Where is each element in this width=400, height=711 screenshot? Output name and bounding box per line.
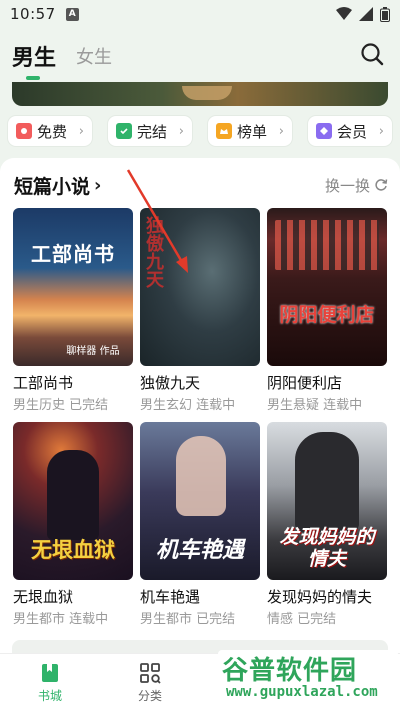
nav-label: 书城: [37, 689, 62, 703]
chip-vip[interactable]: 会员 ›: [308, 116, 392, 146]
search-button[interactable]: [360, 42, 384, 70]
cover-title: 发现妈妈的情夫: [279, 526, 375, 570]
signal-icon: [359, 7, 373, 21]
book-title: 机车艳遇: [140, 588, 201, 606]
category-icon: [140, 663, 161, 684]
cover-title: 机车艳遇: [155, 538, 244, 563]
book-title: 阴阳便利店: [267, 374, 343, 392]
battery-icon: [380, 6, 390, 22]
book-title: 发现妈妈的情夫: [267, 588, 373, 606]
cover-title: 独傲九天: [143, 216, 164, 288]
chip-ranking[interactable]: 榜单 ›: [208, 116, 292, 146]
book-meta: 男生历史 已完结: [13, 398, 109, 413]
chip-label: 完结: [137, 122, 168, 141]
cover-figure-image: [47, 450, 99, 540]
book-card[interactable]: 阴阳便利店 阴阳便利店 男生悬疑 连载中: [267, 208, 387, 413]
section-title[interactable]: 短篇小说: [14, 172, 90, 199]
chip-finished[interactable]: 完结 ›: [108, 116, 192, 146]
refresh-icon: [375, 179, 388, 191]
banner[interactable]: [12, 82, 388, 106]
book-title: 工部尚书: [13, 374, 74, 392]
finished-icon: [116, 123, 132, 139]
watermark-url: www.gupuxlazal.com: [226, 684, 378, 700]
chip-label: 免费: [37, 122, 68, 141]
watermark-title: 谷普软件园: [222, 656, 358, 686]
notification-icon: A: [65, 7, 79, 21]
book-cover[interactable]: 无垠血狱: [13, 422, 133, 580]
book-card[interactable]: 工部尚书 聊样器 作品 工部尚书 男生历史 已完结: [13, 208, 133, 413]
refresh-label: 换一换: [324, 176, 370, 195]
book-card[interactable]: 独傲九天 独傲九天 男生玄幻 连载中: [140, 208, 260, 413]
book-cover[interactable]: 工部尚书 聊样器 作品: [13, 208, 133, 366]
book-card[interactable]: 发现妈妈的情夫 发现妈妈的情夫 情感 已完结: [267, 422, 387, 627]
status-bar: 10:57 A: [0, 0, 400, 28]
free-icon: [16, 123, 32, 139]
status-time: 10:57: [10, 5, 56, 23]
chip-free[interactable]: 免费 ›: [8, 116, 92, 146]
book-meta: 男生悬疑 连载中: [267, 398, 363, 413]
chevron-right-icon: ›: [178, 123, 184, 139]
book-meta: 男生玄幻 连载中: [140, 398, 236, 413]
book-cover[interactable]: 发现妈妈的情夫: [267, 422, 387, 580]
cover-figure-image: [176, 436, 226, 516]
cover-title: 阴阳便利店: [279, 304, 375, 326]
book-cover[interactable]: 机车艳遇: [140, 422, 260, 580]
chevron-right-icon: ›: [378, 123, 384, 139]
ranking-icon: [216, 123, 232, 139]
category-chips: 免费 › 完结 › 榜单 › 会员 ›: [8, 116, 392, 148]
book-title: 独傲九天: [140, 374, 201, 392]
site-watermark: 谷普软件园 www.gupuxlazal.com: [218, 650, 398, 708]
short-novel-section: 短篇小说 › 换一换 工部尚书 聊样器 作品 工部尚书 男生历史 已完结 独傲九…: [0, 158, 400, 653]
chip-label: 会员: [337, 122, 368, 141]
book-grid: 工部尚书 聊样器 作品 工部尚书 男生历史 已完结 独傲九天 独傲九天 男生玄幻…: [13, 208, 387, 627]
book-meta: 情感 已完结: [267, 612, 337, 627]
nav-category[interactable]: 分类: [100, 654, 200, 711]
nav-bookstore[interactable]: 书城: [0, 654, 100, 711]
tab-female[interactable]: 女生: [76, 43, 112, 69]
cover-title: 无垠血狱: [31, 538, 115, 562]
bookstore-icon: [42, 664, 58, 682]
vip-icon: [316, 123, 332, 139]
status-icons: [336, 6, 390, 22]
chip-label: 榜单: [237, 122, 268, 141]
search-icon: [361, 43, 384, 66]
book-card[interactable]: 机车艳遇 机车艳遇 男生都市 已完结: [140, 422, 260, 627]
chevron-right-icon[interactable]: ›: [94, 175, 101, 196]
chevron-right-icon: ›: [278, 123, 284, 139]
cover-figure-image: [295, 432, 359, 532]
nav-label: 分类: [137, 689, 162, 703]
book-card[interactable]: 无垠血狱 无垠血狱 男生都市 连载中: [13, 422, 133, 627]
tab-male[interactable]: 男生: [12, 40, 56, 80]
chevron-right-icon: ›: [78, 123, 84, 139]
book-title: 无垠血狱: [13, 588, 74, 606]
section-header: 短篇小说 › 换一换: [14, 172, 388, 198]
book-cover[interactable]: 独傲九天: [140, 208, 260, 366]
banner-book-image: [182, 86, 232, 100]
book-meta: 男生都市 已完结: [140, 612, 236, 627]
top-tabs: 男生 女生: [0, 34, 400, 80]
refresh-button[interactable]: 换一换: [325, 175, 388, 196]
cover-storefront-image: [275, 220, 379, 270]
wifi-icon: [336, 7, 352, 20]
cover-author: 聊样器 作品: [66, 346, 120, 357]
book-cover[interactable]: 阴阳便利店: [267, 208, 387, 366]
cover-title: 工部尚书: [31, 242, 115, 266]
book-meta: 男生都市 连载中: [13, 612, 109, 627]
